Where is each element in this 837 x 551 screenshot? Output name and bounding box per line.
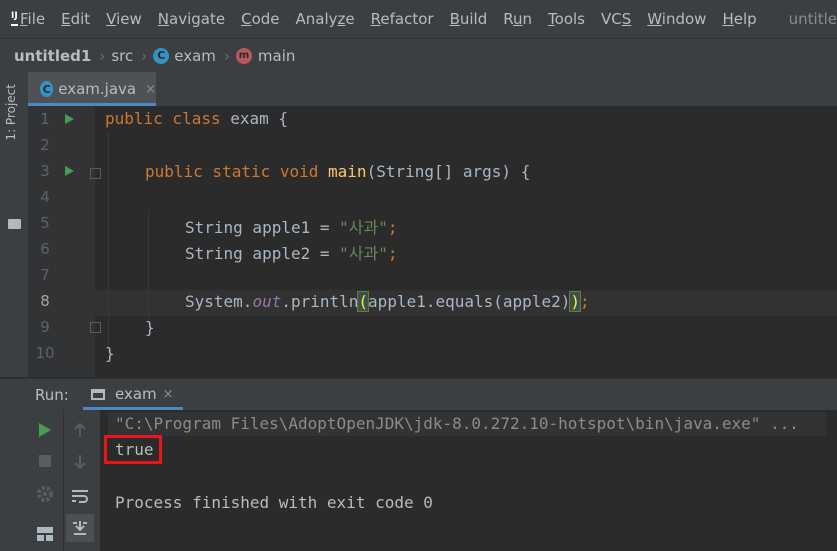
settings-gear-icon[interactable]: [33, 482, 57, 506]
chevron-right-icon: ›: [99, 46, 106, 65]
arrow-down-icon[interactable]: [68, 450, 92, 474]
console-exit-message: Process finished with exit code 0: [115, 493, 433, 512]
line-number: 3: [40, 162, 50, 180]
layout-icon[interactable]: [33, 522, 57, 546]
line-number: 4: [40, 188, 50, 206]
code-line-8: System.out.println(apple1.equals(apple2)…: [185, 291, 590, 312]
line-number: 6: [40, 240, 50, 258]
line-number: 1: [40, 110, 50, 128]
breadcrumb-src[interactable]: src: [111, 47, 133, 65]
class-icon: C: [40, 81, 54, 97]
code-line-9: }: [145, 318, 155, 337]
code-line-5: String apple1 = "사과";: [185, 218, 398, 237]
run-tab-exam[interactable]: exam ×: [83, 378, 183, 410]
line-number: 10: [35, 344, 55, 362]
menu-tools[interactable]: Tools: [548, 10, 585, 28]
line-number: 9: [40, 318, 50, 336]
menu-window[interactable]: Window: [647, 10, 706, 28]
menu-code[interactable]: Code: [241, 10, 279, 28]
close-icon[interactable]: ×: [145, 82, 156, 97]
left-tool-strip: 1: Project: [0, 72, 29, 377]
menu-bar: IJ File Edit View Navigate Code Analyze …: [0, 0, 837, 38]
menu-file[interactable]: File: [20, 10, 45, 28]
line-number: 7: [40, 266, 50, 284]
editor-tab-bar: C exam.java ×: [28, 72, 837, 107]
breadcrumb: untitled1 › src › C exam › m main: [0, 38, 837, 73]
tab-exam-java[interactable]: C exam.java ×: [28, 72, 156, 106]
matching-paren: (: [357, 291, 370, 312]
matching-paren: ): [569, 291, 581, 312]
run-label: Run:: [35, 386, 69, 404]
line-number: 5: [40, 214, 50, 232]
scroll-to-end-icon[interactable]: [66, 514, 94, 542]
menu-view[interactable]: View: [106, 10, 142, 28]
arrow-up-icon[interactable]: [68, 418, 92, 442]
chevron-right-icon: ›: [223, 46, 230, 65]
menu-refactor[interactable]: Refactor: [371, 10, 434, 28]
menu-navigate[interactable]: Navigate: [158, 10, 225, 28]
close-icon[interactable]: ×: [163, 387, 174, 402]
line-number-current: 8: [40, 292, 50, 310]
console-icon: [91, 388, 105, 400]
fold-icon[interactable]: [90, 168, 101, 179]
fold-icon[interactable]: [90, 322, 101, 333]
highlight-box: [104, 435, 162, 464]
rerun-icon[interactable]: [33, 418, 57, 442]
menu-analyze[interactable]: Analyze: [296, 10, 355, 28]
menu-help[interactable]: Help: [722, 10, 756, 28]
code-line-6: String apple2 = "사과";: [185, 244, 398, 263]
class-icon: C: [153, 47, 170, 64]
project-tool-button[interactable]: 1: Project: [4, 84, 18, 141]
menu-build[interactable]: Build: [450, 10, 488, 28]
run-class-icon[interactable]: [65, 114, 74, 124]
chevron-right-icon: ›: [141, 46, 148, 65]
menu-edit[interactable]: Edit: [61, 10, 90, 28]
code-line-10: }: [105, 344, 115, 363]
stop-icon[interactable]: [33, 449, 57, 473]
breadcrumb-class[interactable]: C exam: [153, 47, 216, 65]
menu-vcs[interactable]: VCS: [601, 10, 631, 28]
console-command: "C:\Program Files\AdoptOpenJDK\jdk-8.0.2…: [115, 414, 799, 433]
window-title: untitled1: [788, 10, 837, 28]
soft-wrap-icon[interactable]: [68, 484, 92, 508]
run-toolbar: [0, 410, 100, 551]
line-number: 2: [40, 136, 50, 154]
method-icon: m: [235, 47, 252, 64]
run-main-icon[interactable]: [65, 166, 74, 176]
folder-icon: [8, 219, 21, 229]
menu-run[interactable]: Run: [503, 10, 532, 28]
breadcrumb-project[interactable]: untitled1: [14, 47, 91, 65]
code-line-3: public static void main(String[] args) {: [145, 162, 531, 181]
breadcrumb-method[interactable]: m main: [235, 47, 295, 65]
code-line-1: public class exam {: [105, 109, 289, 128]
